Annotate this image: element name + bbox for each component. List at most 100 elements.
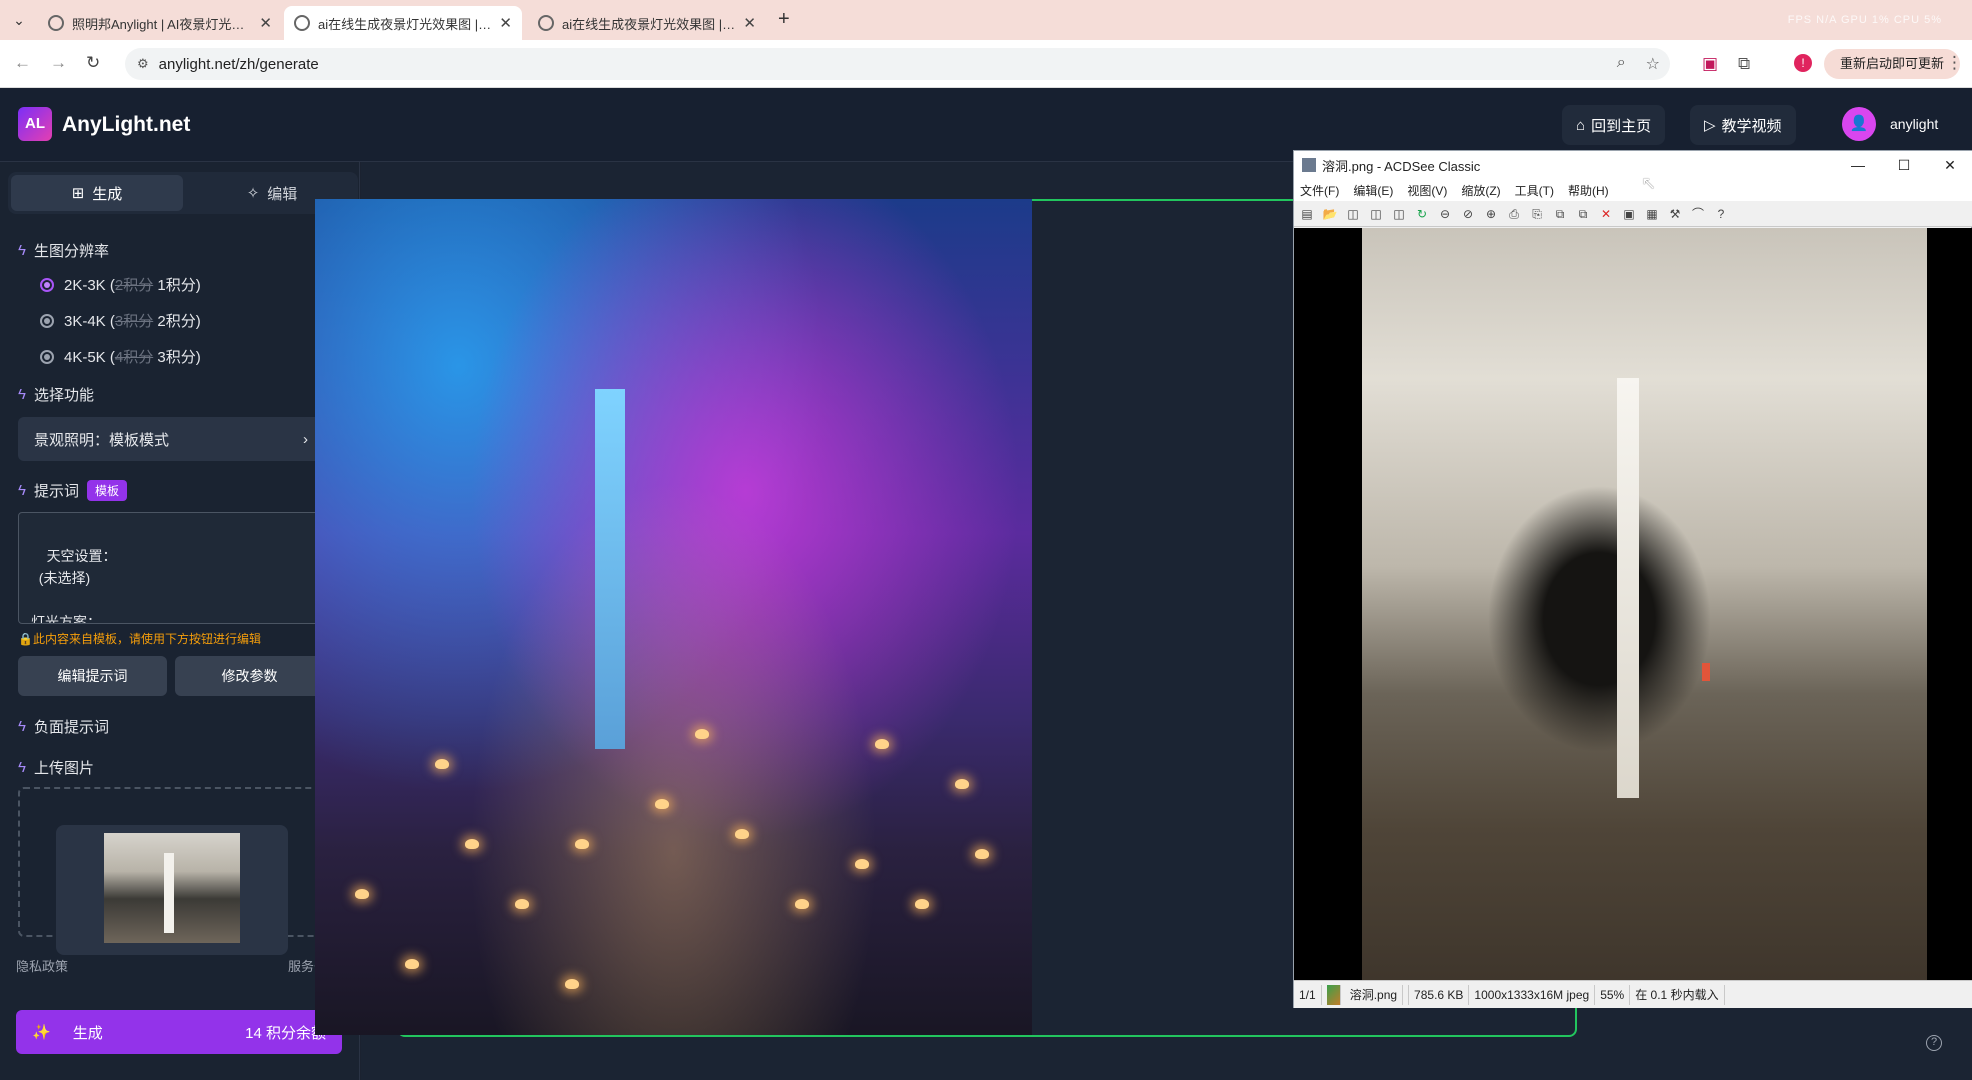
modify-params-button[interactable]: 修改参数 <box>175 656 324 696</box>
template-notice-text: 此内容来自模板，请使用下方按钮进行编辑 <box>32 632 261 646</box>
anylight-logo[interactable]: AL <box>18 107 52 141</box>
profile-alert-icon[interactable]: ! <box>1794 54 1812 72</box>
scan-icon[interactable]: ⎘ <box>1528 205 1546 223</box>
tab-title: 照明邦Anylight | AI夜景灯光效... <box>72 16 252 32</box>
paste-icon[interactable]: ⧉ <box>1574 205 1592 223</box>
template-notice: 🔒此内容来自模板，请使用下方按钮进行编辑 <box>18 630 261 647</box>
radio-unselected[interactable] <box>40 313 54 328</box>
generated-image[interactable] <box>315 199 1032 1035</box>
reload-icon[interactable]: ↻ <box>86 53 100 73</box>
resolution-option-3k[interactable]: 3K-4K (3积分 2积分) <box>40 310 201 331</box>
function-select[interactable]: 景观照明：模板模式 › <box>18 417 324 461</box>
help-icon[interactable]: ? <box>1712 205 1730 223</box>
zoom-in-icon[interactable]: ⊕ <box>1482 205 1500 223</box>
acdsee-app-icon <box>1302 158 1316 172</box>
print-icon[interactable]: ⎙ <box>1505 205 1523 223</box>
brand-name[interactable]: AnyLight.net <box>62 113 190 137</box>
zoom-icon[interactable]: ⌕ <box>1617 54 1626 74</box>
extension-icon[interactable]: ▣ <box>1702 54 1718 74</box>
tutorial-video-button[interactable]: ▷ 教学视频 <box>1690 105 1796 145</box>
puzzle-extensions-icon[interactable]: ⧉ <box>1738 54 1750 74</box>
old-price: 4积分 <box>114 349 154 366</box>
address-bar[interactable]: ⚙ anylight.net/zh/generate ⌕ ☆ <box>125 48 1670 80</box>
resolution-option-2k[interactable]: 2K-3K (2积分 1积分) <box>40 274 201 295</box>
prompt-textarea[interactable]: 天空设置： (未选择) 灯光方案： 突出溶洞岩石，溶洞岩石用青兰色和 <box>18 512 324 624</box>
acdsee-titlebar[interactable]: 溶洞.png - ACDSee Classic — ☐ ✕ <box>1294 151 1972 179</box>
menu-edit[interactable]: 编辑(E) <box>1353 182 1393 199</box>
resolution-title-text: 生图分辨率 <box>33 243 109 260</box>
avatar[interactable]: 👤 <box>1842 107 1876 141</box>
prev-icon[interactable]: ◫ <box>1344 205 1362 223</box>
rotate-icon[interactable]: ↻ <box>1413 205 1431 223</box>
resolution-label: 4K-5K ( <box>64 349 115 366</box>
slideshow-icon[interactable]: ◫ <box>1390 205 1408 223</box>
tab-generate[interactable]: ⊞ 生成 <box>11 175 183 211</box>
close-tab-icon[interactable]: ✕ <box>259 14 272 32</box>
plugin-icon[interactable]: ⌒ <box>1689 205 1707 223</box>
help-icon[interactable]: ? <box>1926 1035 1942 1051</box>
radio-unselected[interactable] <box>40 349 54 364</box>
generate-button-label: 生成 <box>72 1024 103 1042</box>
close-tab-icon[interactable]: ✕ <box>743 14 756 32</box>
uploaded-image-card[interactable] <box>56 825 288 955</box>
footer-links: 隐私政策 服务条款 <box>16 956 340 975</box>
zoom-fit-icon[interactable]: ⊘ <box>1459 205 1477 223</box>
forward-icon[interactable]: → <box>50 53 67 73</box>
zoom-out-icon[interactable]: ⊖ <box>1436 205 1454 223</box>
resolution-label: 3K-4K ( <box>64 313 115 330</box>
negative-prompt-title-text: 负面提示词 <box>33 719 109 736</box>
menu-zoom[interactable]: 缩放(Z) <box>1461 182 1500 199</box>
status-filesize: 785.6 KB <box>1409 984 1470 1005</box>
username[interactable]: anylight <box>1890 116 1938 132</box>
browser-tab-1[interactable]: 照明邦Anylight | AI夜景灯光效... ✕ <box>38 6 282 40</box>
update-button[interactable]: 重新启动即可更新 <box>1824 49 1961 79</box>
menu-help[interactable]: 帮助(H) <box>1568 182 1609 199</box>
properties-icon[interactable]: ▦ <box>1643 205 1661 223</box>
privacy-link[interactable]: 隐私政策 <box>16 956 68 975</box>
site-info-icon[interactable]: ⚙ <box>137 56 149 72</box>
sparkle-icon: ✨ <box>32 1024 51 1041</box>
resolution-option-4k[interactable]: 4K-5K (4积分 3积分) <box>40 346 201 367</box>
next-icon[interactable]: ◫ <box>1367 205 1385 223</box>
old-price: 2积分 <box>114 277 154 294</box>
browse-icon[interactable]: ▤ <box>1298 205 1316 223</box>
menu-tools[interactable]: 工具(T) <box>1515 182 1554 199</box>
negative-prompt-section-title[interactable]: ϟ 负面提示词 <box>18 716 109 737</box>
minimize-icon[interactable]: — <box>1835 151 1881 179</box>
acdsee-toolbar: ▤ 📂 ◫ ◫ ◫ ↻ ⊖ ⊘ ⊕ ⎙ ⎘ ⧉ ⧉ ✕ ▣ ▦ ⚒ ⌒ ? <box>1294 201 1972 227</box>
radio-selected[interactable] <box>40 277 54 292</box>
tools-icon[interactable]: ⚒ <box>1666 205 1684 223</box>
open-folder-icon[interactable]: 📂 <box>1321 205 1339 223</box>
upload-section-title: ϟ 上传图片 <box>18 757 94 778</box>
acdsee-image-view[interactable] <box>1294 228 1972 980</box>
edit-prompt-button[interactable]: 编辑提示词 <box>18 656 167 696</box>
close-icon[interactable]: ✕ <box>1927 151 1972 179</box>
template-badge: 模板 <box>86 480 127 501</box>
grid-icon: ⊞ <box>71 185 85 202</box>
copy-icon[interactable]: ⧉ <box>1551 205 1569 223</box>
cave-original-image <box>1362 228 1927 980</box>
close-tab-icon[interactable]: ✕ <box>499 14 512 32</box>
browser-menu-icon[interactable]: ⋮ <box>1946 53 1963 73</box>
tab-edit-label: 编辑 <box>267 185 298 203</box>
maximize-icon[interactable]: ☐ <box>1881 151 1927 179</box>
url-text: anylight.net/zh/generate <box>158 55 319 73</box>
bookmark-star-icon[interactable]: ☆ <box>1646 54 1660 74</box>
system-stats: FPS N/A GPU 1% CPU 5% <box>1787 14 1942 26</box>
bolt-icon: ϟ <box>18 759 26 776</box>
new-tab-button[interactable]: + <box>778 8 790 31</box>
home-button[interactable]: ⌂ 回到主页 <box>1562 105 1666 145</box>
image-info-icon[interactable]: ▣ <box>1620 205 1638 223</box>
browser-tab-3[interactable]: ai在线生成夜景灯光效果图 | ai... ✕ <box>528 6 766 40</box>
generate-button[interactable]: ✨ 生成 14 积分余额 <box>16 1010 342 1054</box>
menu-view[interactable]: 视图(V) <box>1407 182 1447 199</box>
back-icon[interactable]: ← <box>14 53 31 73</box>
browser-tab-2[interactable]: ai在线生成夜景灯光效果图 | ai... ✕ <box>284 6 522 40</box>
mouse-cursor-icon: ↖ <box>1641 173 1657 193</box>
status-file: 溶洞.png <box>1322 984 1410 1005</box>
tab-search-icon[interactable]: ⌄ <box>8 9 30 31</box>
browser-toolbar: ← → ↻ ⚙ anylight.net/zh/generate ⌕ ☆ ▣ ⧉… <box>0 40 1972 88</box>
delete-icon[interactable]: ✕ <box>1597 205 1615 223</box>
menu-file[interactable]: 文件(F) <box>1300 182 1339 199</box>
upload-dropzone[interactable] <box>18 787 324 955</box>
